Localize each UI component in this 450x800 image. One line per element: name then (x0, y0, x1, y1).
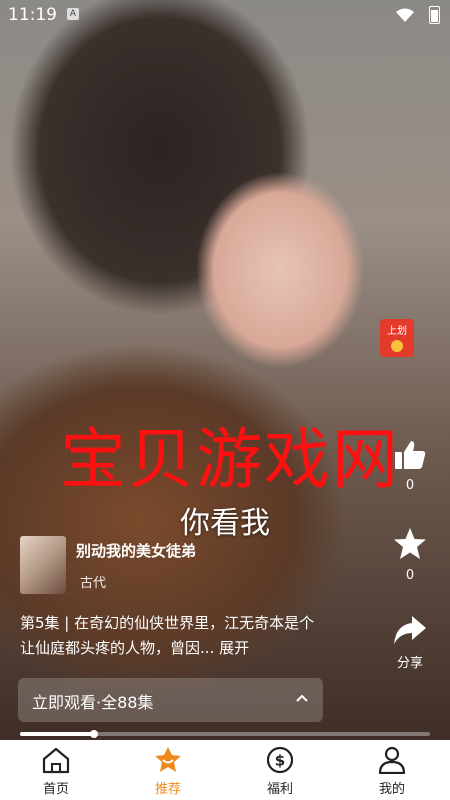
drama-cover[interactable] (20, 536, 66, 594)
drama-genre: 古代 (80, 576, 107, 591)
like-button[interactable]: 0 (385, 438, 435, 493)
wifi-icon (396, 8, 414, 22)
favorite-count: 0 (405, 568, 415, 583)
drama-description: 第5集 | 在奇幻的仙侠世界里，江无奇本是个让仙庭都头疼的人物，曾因... 展开 (20, 611, 320, 661)
svg-text:$: $ (275, 752, 285, 770)
share-label: 分享 (396, 656, 423, 671)
star-icon (394, 528, 426, 559)
watch-now-label: 立即观看·全88集 (32, 693, 154, 712)
person-icon (378, 746, 406, 774)
like-count: 0 (405, 478, 415, 493)
tab-home-label: 首页 (42, 782, 69, 797)
notification-icon: A (67, 8, 79, 20)
description-text: 第5集 | 在奇幻的仙侠世界里，江无奇本是个让仙庭都头疼的人物，曾因... (20, 614, 315, 657)
home-icon (42, 747, 70, 774)
thumbs-up-icon (395, 441, 426, 469)
dollar-icon: $ (266, 746, 294, 774)
status-bar: 11:19 A (0, 0, 450, 30)
progress-fill (20, 732, 94, 736)
watermark-text: 宝贝游戏网 (60, 421, 400, 498)
tab-mine-label: 我的 (378, 782, 405, 797)
coin-icon (391, 340, 403, 352)
battery-icon (429, 6, 440, 24)
favorite-button[interactable]: 0 (385, 526, 435, 583)
expand-link[interactable]: 展开 (219, 639, 249, 657)
progress-knob[interactable] (89, 730, 98, 738)
share-icon (394, 616, 426, 644)
tab-home[interactable]: 首页 (0, 740, 112, 800)
tab-recommend-label: 推荐 (154, 782, 181, 797)
red-packet-label: 上划 (387, 326, 407, 337)
star-badge-icon (155, 747, 181, 772)
tab-recommend[interactable]: 推荐 (112, 740, 224, 800)
video-progress-bar[interactable] (20, 730, 430, 738)
tab-mine[interactable]: 我的 (336, 740, 448, 800)
share-button[interactable]: 分享 (385, 614, 435, 671)
red-packet-button[interactable]: 上划 (380, 319, 414, 357)
bottom-tab-bar: 首页 推荐 $ 福利 我的 (0, 740, 450, 800)
chevron-up-icon (296, 694, 308, 702)
watch-now-bar[interactable]: 立即观看·全88集 (18, 678, 323, 722)
tab-welfare-label: 福利 (266, 782, 293, 797)
status-time: 11:19 (8, 5, 57, 25)
tab-welfare[interactable]: $ 福利 (224, 740, 336, 800)
drama-title[interactable]: 别动我的美女徒弟 (76, 540, 196, 561)
video-subtitle: 你看我 (180, 506, 270, 541)
